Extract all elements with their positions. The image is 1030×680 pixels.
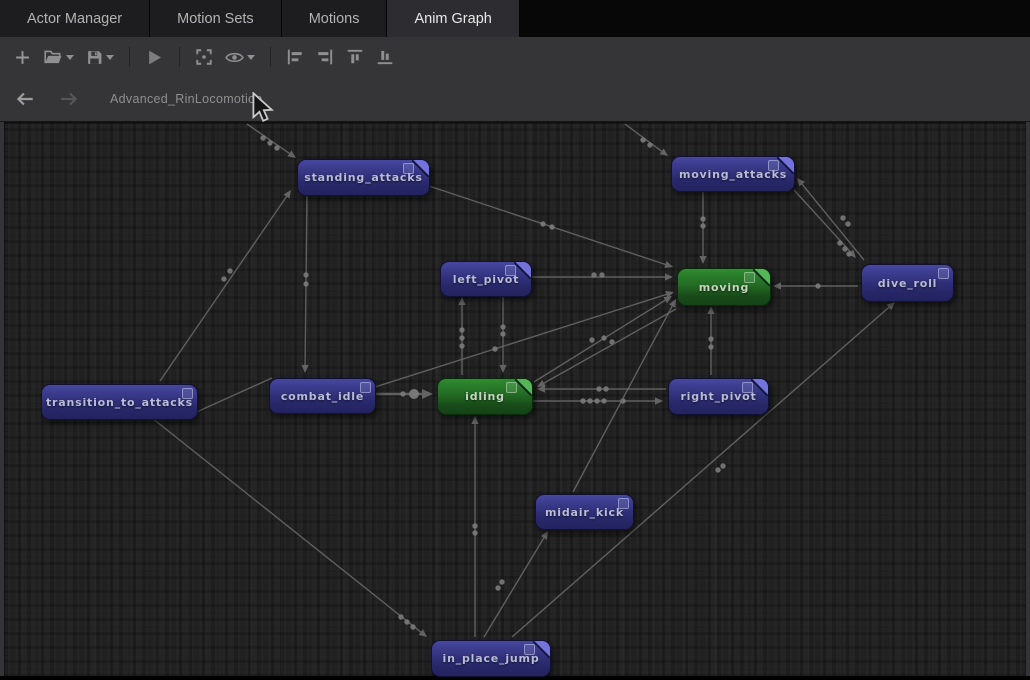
tab-label: Motions (309, 11, 360, 27)
anim-graph-canvas[interactable]: standing_attacks moving_attacks left_pivot… (4, 122, 1026, 677)
toolbar-separator (270, 47, 271, 67)
align-right-icon (316, 48, 334, 66)
fold-corner-icon (753, 269, 770, 289)
node-label: transition_to_attacks (46, 396, 193, 409)
graph-node-in_place_jump[interactable]: in_place_jump (431, 640, 551, 677)
node-label: dive_roll (878, 277, 938, 290)
main-toolbar (0, 37, 1030, 77)
tab-label: Motion Sets (177, 11, 254, 27)
align-top-button[interactable] (340, 44, 370, 70)
tab-anim-graph[interactable]: Anim Graph (387, 0, 519, 37)
mouse-cursor (251, 92, 275, 129)
node-label: moving_attacks (679, 168, 787, 181)
align-left-icon (286, 48, 304, 66)
visibility-icon (225, 51, 244, 64)
back-arrow-icon (18, 94, 32, 105)
node-badge (506, 382, 517, 393)
save-icon (86, 49, 103, 66)
align-right-button[interactable] (310, 44, 340, 70)
dropdown-caret-icon[interactable] (106, 55, 114, 60)
tab-label: Actor Manager (27, 11, 122, 27)
dropdown-caret-icon[interactable] (66, 55, 74, 60)
tab-actor-manager[interactable]: Actor Manager (0, 0, 150, 37)
forward-button[interactable] (54, 86, 84, 112)
node-label: midair_kick (545, 506, 624, 519)
toolbar-separator (129, 47, 130, 67)
node-label: right_pivot (680, 390, 756, 403)
node-label: left_pivot (453, 273, 519, 286)
align-left-button[interactable] (280, 44, 310, 70)
graph-node-moving[interactable]: moving (677, 268, 771, 306)
node-label: in_place_jump (443, 652, 540, 665)
tab-label: Anim Graph (414, 11, 491, 27)
add-icon (14, 49, 31, 66)
graph-node-combat_idle[interactable]: combat_idle (269, 378, 376, 414)
node-label: moving (699, 281, 749, 294)
graph-node-standing_attacks[interactable]: standing_attacks (297, 159, 430, 196)
tab-motion-sets[interactable]: Motion Sets (150, 0, 282, 37)
back-button[interactable] (10, 86, 40, 112)
align-bottom-icon (376, 48, 394, 66)
add-button[interactable] (8, 45, 37, 70)
breadcrumb-path[interactable]: Advanced_RinLocomotion (110, 92, 263, 106)
graph-node-idling[interactable]: idling (437, 378, 533, 415)
node-label: standing_attacks (304, 171, 422, 184)
save-button[interactable] (80, 45, 120, 70)
align-top-icon (346, 48, 364, 66)
visibility-button[interactable] (219, 47, 261, 68)
play-button[interactable] (139, 44, 170, 71)
graph-node-right_pivot[interactable]: right_pivot (668, 378, 769, 415)
graph-node-transition_to_attacks[interactable]: transition_to_attacks (41, 384, 198, 420)
graph-node-dive_roll[interactable]: dive_roll (861, 264, 954, 302)
open-button[interactable] (37, 44, 80, 70)
fit-selection-icon (195, 48, 213, 66)
node-label: idling (465, 390, 505, 403)
toolbar-separator (179, 47, 180, 67)
open-folder-icon (43, 48, 63, 66)
tab-motions[interactable]: Motions (282, 0, 388, 37)
forward-arrow-icon (61, 94, 75, 105)
breadcrumb-bar: Advanced_RinLocomotion (0, 77, 1030, 122)
node-label: combat_idle (281, 390, 364, 403)
dropdown-caret-icon[interactable] (247, 55, 255, 60)
fold-corner-icon (515, 379, 532, 399)
align-bottom-button[interactable] (370, 44, 400, 70)
graph-node-moving_attacks[interactable]: moving_attacks (671, 156, 795, 192)
graph-node-midair_kick[interactable]: midair_kick (535, 494, 634, 530)
play-icon (145, 48, 164, 67)
node-badge (938, 268, 949, 279)
graph-node-left_pivot[interactable]: left_pivot (440, 261, 532, 297)
tab-bar: Actor Manager Motion Sets Motions Anim Grap… (0, 0, 1030, 37)
fit-selection-button[interactable] (189, 44, 219, 70)
